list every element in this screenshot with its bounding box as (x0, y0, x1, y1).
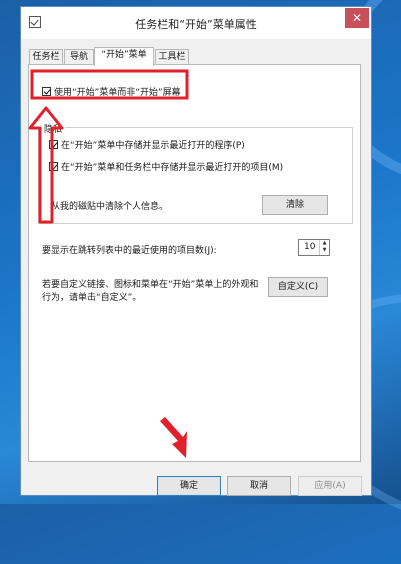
customize-description-line2: 行为，请单击“自定义”。 (42, 293, 142, 303)
use-start-menu-checkbox[interactable] (42, 87, 51, 96)
store-programs-checkbox[interactable] (49, 140, 58, 149)
store-items-checkbox[interactable] (49, 162, 58, 171)
clear-description: 从我的磁贴中清除个人信息。 (51, 202, 169, 212)
jumplist-count-spinner[interactable]: 10 ▲ ▼ (298, 239, 330, 256)
customize-description-line1: 若要自定义链接、图标和菜单在“开始”菜单上的外观和 (42, 280, 259, 290)
store-programs-option[interactable]: 在“开始”菜单中存储并显示最近打开的程序(P) (49, 138, 245, 151)
apply-button[interactable]: 应用(A) (298, 476, 362, 496)
tab-toolbars[interactable]: 工具栏 (155, 49, 189, 65)
spinner-arrows-icon[interactable]: ▲ ▼ (319, 240, 329, 255)
clear-button[interactable]: 清除 (262, 195, 328, 215)
jumplist-count-label: 要显示在跳转列表中的最近使用的项目数(J): (42, 246, 217, 256)
store-items-option[interactable]: 在“开始”菜单和任务栏中存储并显示最近打开的项目(M) (49, 160, 283, 173)
use-start-menu-option[interactable]: 使用“开始”菜单而非“开始”屏幕 (42, 85, 181, 98)
window-title: 任务栏和“开始”菜单属性 (135, 18, 257, 31)
store-items-label: 在“开始”菜单和任务栏中存储并显示最近打开的项目(M) (61, 163, 284, 173)
store-programs-label: 在“开始”菜单中存储并显示最近打开的程序(P) (61, 141, 245, 151)
close-button[interactable]: ✕ (345, 8, 369, 28)
cancel-button[interactable]: 取消 (227, 476, 291, 496)
use-start-menu-label: 使用“开始”菜单而非“开始”屏幕 (54, 88, 181, 98)
jumplist-count-value: 10 (304, 242, 316, 252)
privacy-group-label: 隐私 (41, 122, 66, 135)
title-bar: 任务栏和“开始”菜单属性 ✕ (21, 7, 371, 39)
customize-button[interactable]: 自定义(C) (268, 277, 328, 297)
tab-start-menu[interactable]: “开始”菜单 (94, 47, 154, 66)
start-menu-tab-panel: 使用“开始”菜单而非“开始”屏幕 隐私 在“开始”菜单中存储并显示最近打开的程序… (28, 64, 361, 462)
tab-navigation[interactable]: 导航 (64, 49, 94, 65)
tab-taskbar[interactable]: 任务栏 (29, 49, 63, 65)
properties-dialog: 任务栏和“开始”菜单属性 ✕ 任务栏 导航 “开始”菜单 工具栏 使用“开始”菜… (20, 6, 372, 496)
ok-button[interactable]: 确定 (157, 476, 221, 496)
